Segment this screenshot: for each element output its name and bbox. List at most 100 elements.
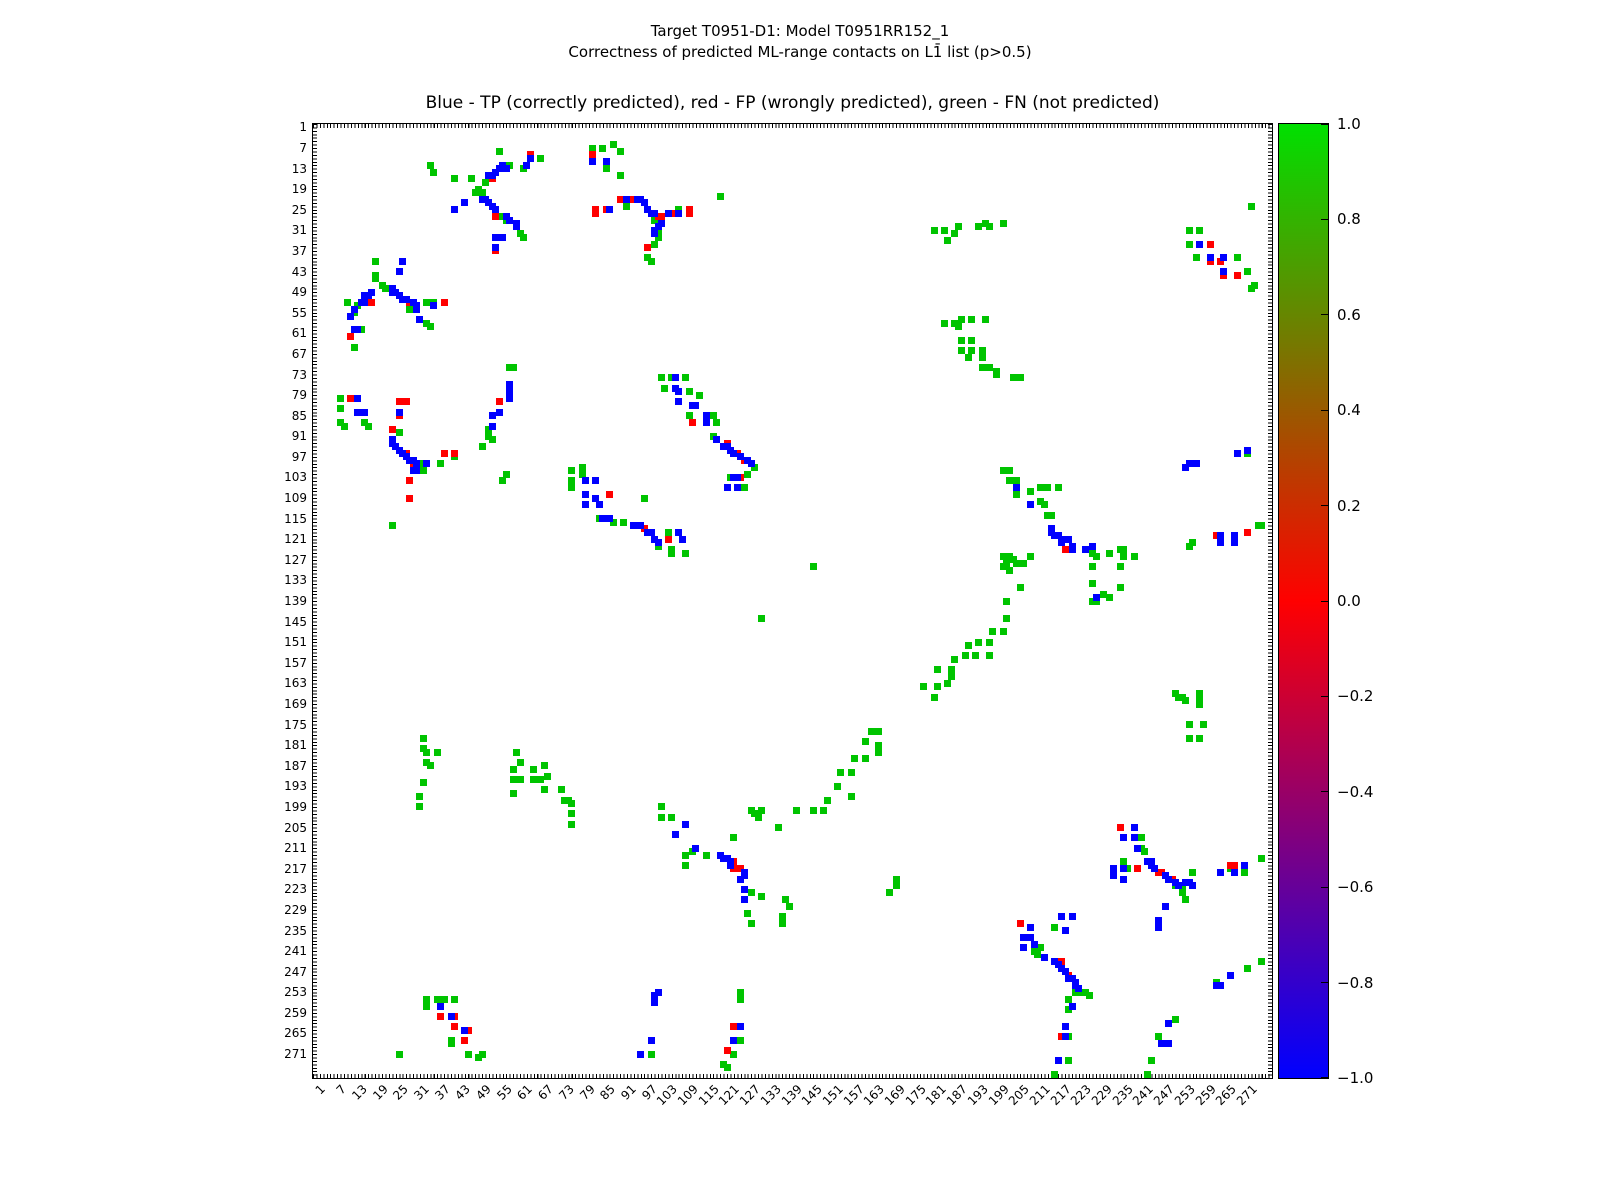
contact-marker-fn <box>1144 1071 1152 1079</box>
y-tick-label: 151 <box>284 635 307 650</box>
contact-marker-tp <box>1165 1019 1173 1027</box>
contact-marker-tp <box>1054 1057 1062 1065</box>
contact-marker-fn <box>820 806 828 814</box>
contact-marker-fn <box>1116 583 1124 591</box>
contact-marker-tp <box>354 326 362 334</box>
contact-marker-fn <box>395 429 403 437</box>
colorbar-tick <box>1321 1077 1328 1078</box>
contact-map-figure: Target T0951-D1: Model T0951RR152_1 Corr… <box>0 0 1600 1200</box>
y-tick-label: 91 <box>291 429 307 444</box>
contact-marker-fn <box>1137 834 1145 842</box>
contact-marker-fp <box>368 298 376 306</box>
contact-marker-tp <box>357 298 365 306</box>
contact-marker-fn <box>885 889 893 897</box>
contact-marker-fn <box>1247 285 1255 293</box>
contact-marker-tp <box>1154 923 1162 931</box>
contact-marker-tp <box>671 374 679 382</box>
contact-marker-fn <box>568 820 576 828</box>
contact-marker-fn <box>737 1036 745 1044</box>
contact-marker-tp <box>1130 824 1138 832</box>
contact-marker-fn <box>478 1050 486 1058</box>
y-tick-label: 241 <box>284 944 307 959</box>
contact-marker-tp <box>1151 865 1159 873</box>
contact-marker-fn <box>1182 896 1190 904</box>
contact-marker-fn <box>661 384 669 392</box>
colorbar-tick-label: 0.6 <box>1337 305 1361 324</box>
colorbar-tick <box>1321 124 1328 125</box>
contact-marker-tp <box>692 401 700 409</box>
contact-marker-tp <box>654 988 662 996</box>
contact-marker-fn <box>568 810 576 818</box>
contact-marker-fn <box>682 549 690 557</box>
contact-marker-fn <box>337 395 345 403</box>
contact-marker-fn <box>809 563 817 571</box>
contact-marker-fn <box>426 762 434 770</box>
contact-marker-fn <box>419 734 427 742</box>
colorbar-tick <box>1321 409 1328 411</box>
contact-marker-fn <box>785 902 793 910</box>
contact-marker-fn <box>516 758 524 766</box>
contact-marker-fn <box>940 319 948 327</box>
y-tick-label: 271 <box>284 1047 307 1062</box>
contact-marker-fn <box>1047 511 1055 519</box>
contact-marker-fn <box>416 803 424 811</box>
contact-marker-fn <box>1037 944 1045 952</box>
contact-marker-tp <box>1216 981 1224 989</box>
contact-marker-fn <box>557 786 565 794</box>
contact-marker-tp <box>1196 240 1204 248</box>
contact-marker-fn <box>685 388 693 396</box>
colorbar-tick-label: 0.4 <box>1337 401 1361 420</box>
contact-marker-tp <box>1161 902 1169 910</box>
contact-marker-fn <box>951 655 959 663</box>
contact-marker-fn <box>657 813 665 821</box>
contact-marker-tp <box>416 316 424 324</box>
contact-marker-tp <box>675 388 683 396</box>
contact-marker-fn <box>702 851 710 859</box>
contact-marker-tp <box>675 398 683 406</box>
contact-marker-fn <box>1258 854 1266 862</box>
contact-marker-fp <box>644 244 652 252</box>
contact-marker-tp <box>726 861 734 869</box>
contact-marker-fn <box>509 364 517 372</box>
contact-marker-fn <box>747 920 755 928</box>
y-tick-label: 13 <box>291 161 307 176</box>
y-tick-label: 121 <box>284 532 307 547</box>
contact-marker-fn <box>340 422 348 430</box>
contact-marker-fn <box>364 422 372 430</box>
contact-marker-tp <box>523 161 531 169</box>
contact-marker-fn <box>1085 992 1093 1000</box>
contact-marker-fn <box>933 683 941 691</box>
y-tick-label: 175 <box>284 717 307 732</box>
contact-marker-fn <box>682 851 690 859</box>
contact-marker-tp <box>1013 484 1021 492</box>
contact-marker-fn <box>875 727 883 735</box>
contact-marker-fp <box>347 333 355 341</box>
contact-marker-fn <box>516 776 524 783</box>
contact-marker-fn <box>1189 868 1197 876</box>
contact-marker-tp <box>582 477 590 485</box>
colorbar-tick <box>1321 505 1328 507</box>
contact-marker-fn <box>968 336 976 344</box>
contact-marker-fn <box>647 1050 655 1058</box>
y-tick-label: 79 <box>291 388 307 403</box>
contact-marker-tp <box>502 165 510 173</box>
contact-marker-fn <box>509 789 517 797</box>
colorbar-tick <box>1321 982 1328 984</box>
contact-marker-tp <box>347 312 355 320</box>
contact-marker-tp <box>651 230 659 238</box>
contact-marker-fn <box>944 679 952 687</box>
y-tick-label: 127 <box>284 552 307 567</box>
y-tick-label: 265 <box>284 1026 307 1041</box>
contact-marker-fn <box>730 1050 738 1058</box>
y-tick-label: 169 <box>284 697 307 711</box>
contact-marker-fn <box>758 614 765 622</box>
y-tick-label: 7 <box>299 141 307 156</box>
contact-marker-fn <box>419 467 427 475</box>
contact-marker-tp <box>1234 449 1242 457</box>
y-tick-label: 55 <box>291 305 307 320</box>
contact-marker-fn <box>730 834 738 842</box>
contact-marker-fn <box>1196 700 1204 708</box>
contact-marker-fn <box>426 322 434 330</box>
contact-marker-fn <box>1172 1016 1179 1024</box>
contact-marker-fn <box>847 769 855 777</box>
